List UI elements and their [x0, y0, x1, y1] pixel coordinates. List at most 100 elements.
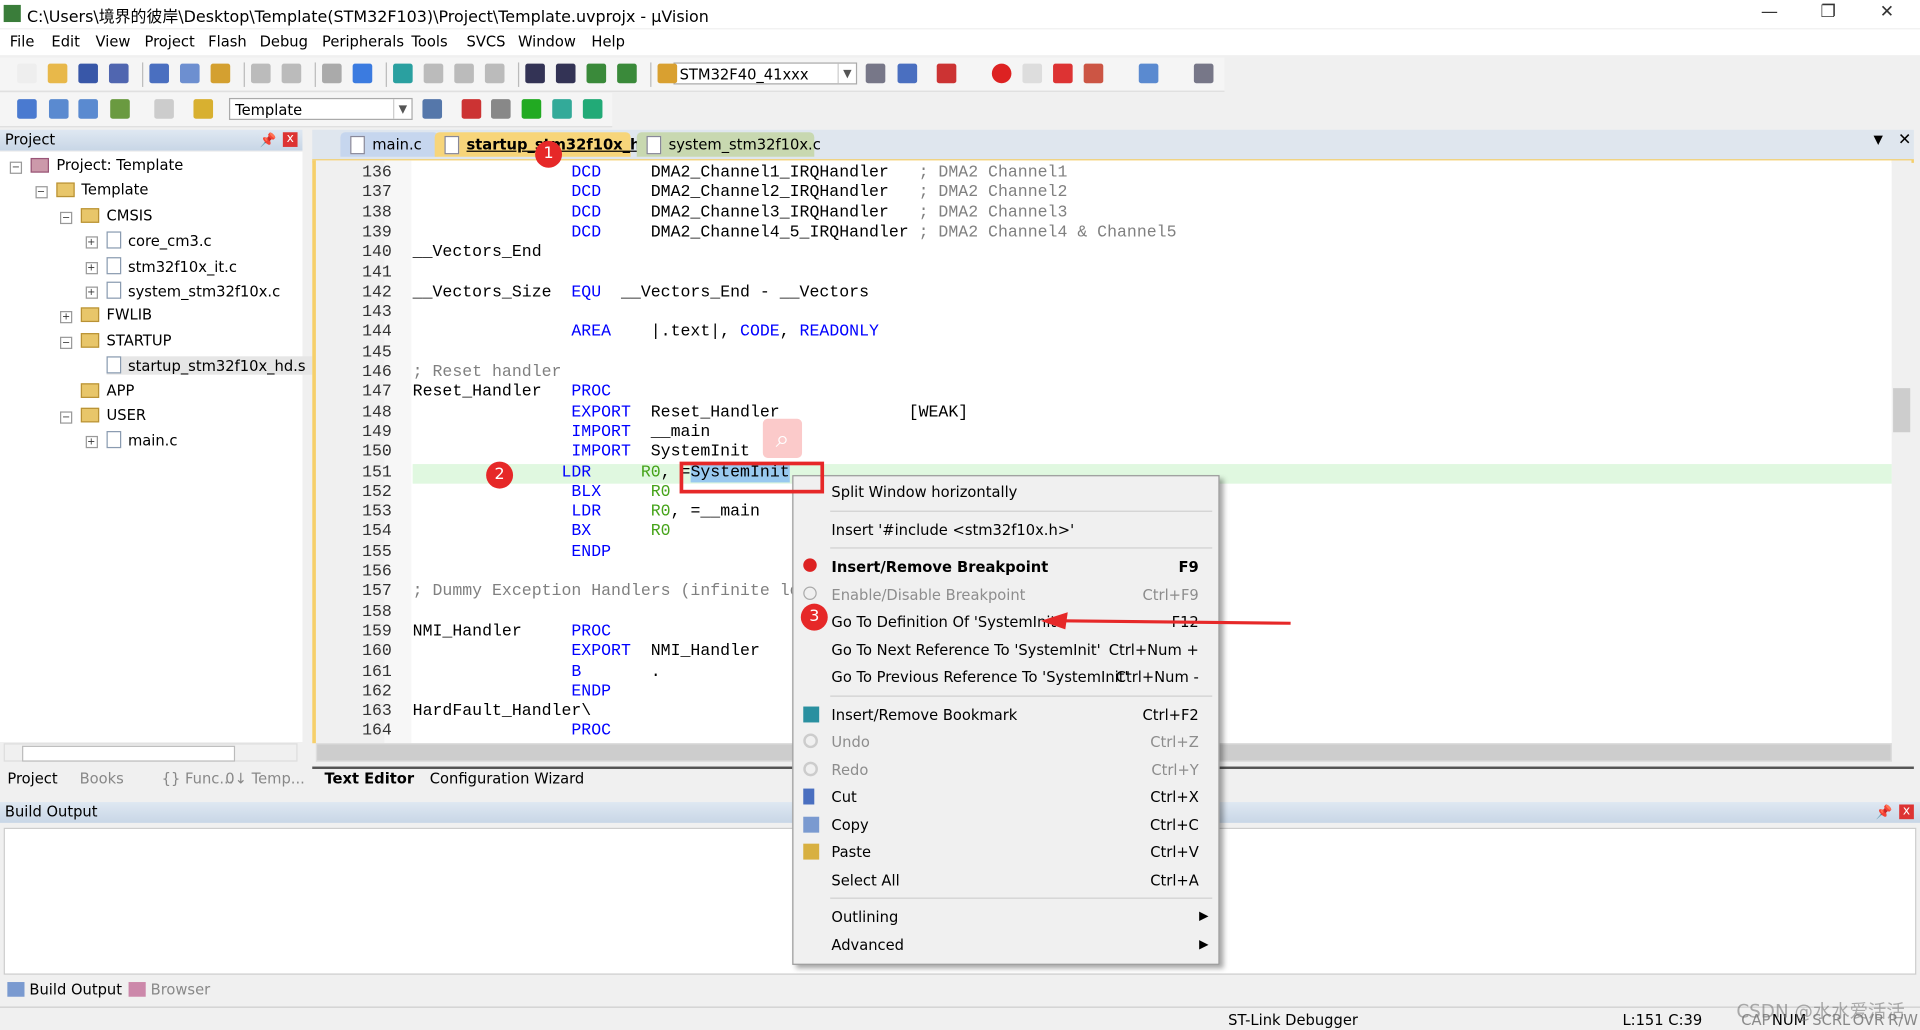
- code-line[interactable]: IMPORT __main: [413, 424, 710, 444]
- toolbar-icon-6[interactable]: [180, 63, 200, 84]
- menu-debug[interactable]: Debug: [260, 33, 308, 50]
- close-panel-icon[interactable]: x: [1899, 804, 1914, 820]
- code-line[interactable]: LDR R0, =__main: [413, 503, 760, 523]
- tree-horizontal-scrollbar[interactable]: [3, 743, 298, 762]
- code-line[interactable]: DCD DMA2_Channel3_IRQHandler ; DMA2 Chan…: [413, 204, 1067, 224]
- menu-item-cut[interactable]: Cut Ctrl+X: [793, 784, 1218, 811]
- code-line[interactable]: ; Dummy Exception Handlers (infinite loo…: [413, 583, 840, 603]
- menu-peripherals[interactable]: Peripherals: [322, 33, 404, 50]
- pin-icon[interactable]: 📌: [1876, 802, 1893, 823]
- code-line[interactable]: DCD DMA2_Channel2_IRQHandler ; DMA2 Chan…: [413, 184, 1067, 204]
- search-icon[interactable]: ⌕: [762, 418, 803, 458]
- tree-item[interactable]: startup_stm32f10x_hd.s: [105, 356, 321, 375]
- toolbar-icon-15[interactable]: [393, 63, 413, 84]
- editor-tab-main.c[interactable]: main.c: [340, 132, 439, 157]
- tree-item[interactable]: main.c: [105, 431, 177, 450]
- code-line[interactable]: ENDP: [413, 683, 611, 703]
- editor-tab-system_stm32f10x.c[interactable]: system_stm32f10x.c: [636, 132, 821, 157]
- menu-item-advanced[interactable]: Advanced ▶: [793, 931, 1218, 958]
- toolbar-icon-25[interactable]: [657, 63, 678, 84]
- code-line[interactable]: IMPORT SystemInit: [413, 443, 750, 463]
- expander-plus-icon[interactable]: +: [85, 286, 98, 299]
- code-line[interactable]: HardFault_Handler\: [413, 703, 592, 723]
- menu-item-select-all[interactable]: Select All Ctrl+A: [793, 866, 1218, 893]
- menu-item-paste[interactable]: Paste Ctrl+V: [793, 839, 1218, 866]
- build-toolbar-icon-3[interactable]: [110, 99, 130, 119]
- menu-item-insert-remove-bookmark[interactable]: Insert/Remove Bookmark Ctrl+F2: [793, 701, 1218, 728]
- menu-item-undo[interactable]: Undo Ctrl+Z: [793, 729, 1218, 756]
- close-panel-icon[interactable]: x: [282, 132, 298, 147]
- expander-plus-icon[interactable]: +: [85, 261, 98, 274]
- build-toolbar-icon-4[interactable]: [154, 99, 174, 119]
- expander-plus-icon[interactable]: +: [60, 311, 73, 324]
- menu-file[interactable]: File: [10, 33, 35, 50]
- toolbar-icon-21[interactable]: [555, 63, 576, 84]
- code-line[interactable]: DCD DMA2_Channel1_IRQHandler ; DMA2 Chan…: [413, 164, 1067, 184]
- menu-item-outlining[interactable]: Outlining ▶: [793, 904, 1218, 931]
- restore-button[interactable]: ❐: [1804, 2, 1853, 26]
- toolbar-icon-17[interactable]: [454, 63, 474, 84]
- tab-build-output[interactable]: Build Output: [7, 981, 122, 998]
- toolbar-icon-3[interactable]: [108, 63, 129, 84]
- toolbar-icon-13[interactable]: [352, 63, 373, 84]
- build-toolbar-icon-6[interactable]: [422, 99, 443, 119]
- toolbar-icon-23[interactable]: [617, 63, 637, 84]
- tree-item[interactable]: core_cm3.c: [105, 231, 212, 250]
- menu-item-enable-disable-breakpoint[interactable]: Enable/Disable Breakpoint Ctrl+F9: [793, 581, 1218, 608]
- build-toolbar-icon-11[interactable]: [582, 99, 603, 119]
- expander-minus-icon[interactable]: −: [34, 186, 48, 199]
- build-toolbar-icon-5[interactable]: [193, 99, 214, 119]
- code-line[interactable]: AREA |.text|, CODE, READONLY: [413, 324, 879, 344]
- close-tab-icon[interactable]: ✕: [1898, 131, 1911, 149]
- build-toolbar-icon-7[interactable]: [461, 99, 482, 119]
- code-line[interactable]: __Vectors_End: [413, 244, 542, 264]
- code-line[interactable]: B .: [413, 663, 660, 683]
- device-combo[interactable]: STM32F40_41xxx ▼: [673, 62, 858, 85]
- target-combo[interactable]: Template ▼: [228, 97, 413, 121]
- toolbar-icon-b6[interactable]: [1083, 63, 1104, 84]
- expander-plus-icon[interactable]: +: [85, 236, 98, 249]
- tree-item[interactable]: system_stm32f10x.c: [105, 281, 280, 300]
- menu-item-split-window-horizontally[interactable]: Split Window horizontally: [793, 479, 1218, 506]
- code-line[interactable]: EXPORT Reset_Handler [WEAK]: [413, 404, 968, 424]
- code-line[interactable]: BLX R0: [413, 483, 670, 503]
- toolbar-icon-b8[interactable]: [1193, 63, 1214, 84]
- tab-templates[interactable]: 0↓ Temp...: [225, 770, 305, 787]
- tab-books[interactable]: Books: [80, 770, 124, 787]
- tab-functions[interactable]: {} Func...: [162, 770, 234, 787]
- toolbar-icon-b3[interactable]: [991, 63, 1012, 84]
- close-button[interactable]: ✕: [1862, 2, 1911, 26]
- toolbar-icon-b5[interactable]: [1053, 63, 1073, 84]
- menu-edit[interactable]: Edit: [51, 33, 79, 50]
- menu-item-go-to-next-reference-to-systeminit[interactable]: Go To Next Reference To 'SystemInit' Ctrl…: [793, 636, 1218, 663]
- minimize-button[interactable]: —: [1745, 2, 1794, 26]
- toolbar-icon-12[interactable]: [322, 63, 342, 84]
- tab-list-dropdown-icon[interactable]: ▼: [1873, 133, 1882, 146]
- tree-item[interactable]: APP: [80, 382, 134, 399]
- toolbar-icon-0[interactable]: [17, 63, 37, 84]
- menu-tools[interactable]: Tools: [411, 33, 447, 50]
- code-line[interactable]: BX R0: [413, 523, 670, 543]
- toolbar-icon-10[interactable]: [281, 63, 302, 84]
- editor-vertical-scrollbar[interactable]: [1891, 160, 1912, 744]
- tree-item[interactable]: FWLIB: [80, 307, 152, 324]
- scrollbar-thumb[interactable]: [1893, 388, 1911, 433]
- tree-item[interactable]: Template: [55, 182, 149, 199]
- toolbar-icon-5[interactable]: [149, 63, 169, 84]
- tree-item[interactable]: stm32f10x_it.c: [105, 256, 237, 275]
- tree-item[interactable]: STARTUP: [80, 332, 171, 349]
- menu-item-insert-remove-breakpoint[interactable]: Insert/Remove Breakpoint F9: [793, 553, 1218, 580]
- tab-configuration-wizard[interactable]: Configuration Wizard: [430, 770, 584, 787]
- expander-minus-icon[interactable]: −: [9, 161, 23, 174]
- tab-project[interactable]: Project: [7, 770, 57, 787]
- menu-project[interactable]: Project: [144, 33, 194, 50]
- code-line[interactable]: ; Reset handler: [413, 364, 562, 384]
- code-line[interactable]: EXPORT NMI_Handler: [413, 643, 759, 663]
- code-line[interactable]: DCD DMA2_Channel4_5_IRQHandler ; DMA2 Ch…: [413, 224, 1176, 244]
- tab-browser[interactable]: Browser: [128, 981, 210, 998]
- build-toolbar-icon-10[interactable]: [552, 99, 572, 119]
- toolbar-icon-b7[interactable]: [1138, 63, 1159, 84]
- toolbar-icon-1[interactable]: [47, 63, 68, 84]
- editor-tab-startup_stm32f10x_hd.s[interactable]: startup_stm32f10x_hd.s: [434, 132, 665, 157]
- menu-item-insert-include-stm32f10x-h[interactable]: Insert '#include <stm32f10x.h>': [793, 516, 1218, 543]
